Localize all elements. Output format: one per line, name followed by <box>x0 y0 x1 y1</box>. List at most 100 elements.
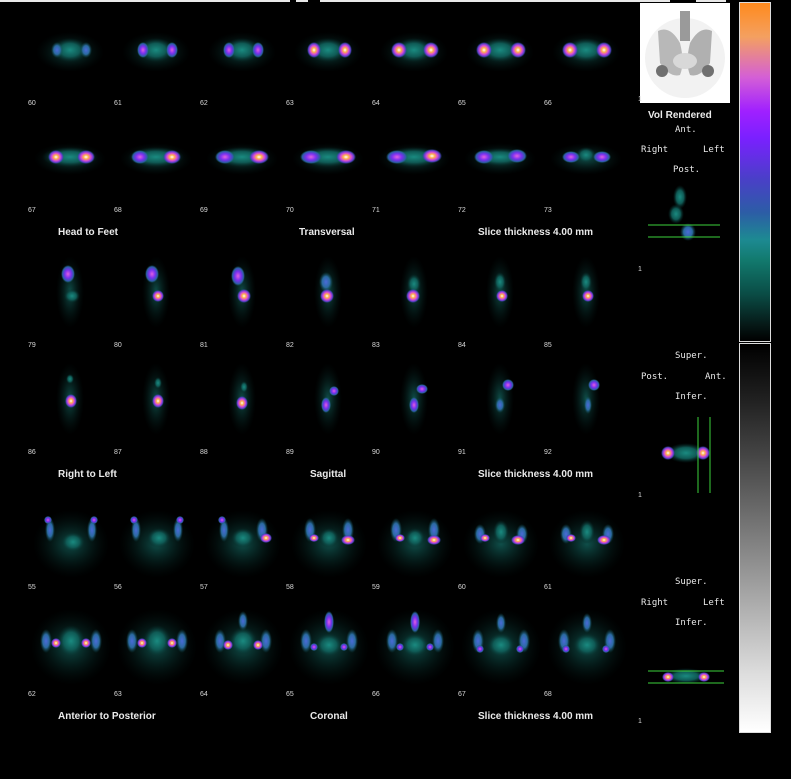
slice-tile[interactable]: 68 <box>114 117 200 215</box>
p2-top-label: Super. <box>675 351 708 361</box>
coronal-slice-image <box>31 609 111 685</box>
transversal-locator-view-2[interactable] <box>646 650 726 710</box>
transversal-slice-image <box>294 32 362 72</box>
color-scale-bar[interactable] <box>739 2 771 342</box>
slice-tile[interactable]: 61 <box>544 494 630 592</box>
slice-tile[interactable]: 62 <box>28 601 114 699</box>
slice-number: 58 <box>286 584 294 591</box>
transversal-slice-image <box>380 32 448 72</box>
slice-tile[interactable]: 64 <box>372 10 458 108</box>
transversal-slice-image <box>378 143 450 175</box>
p3-index: 1 <box>638 718 642 725</box>
slice-tile[interactable]: 85 <box>544 252 630 350</box>
slice-number: 60 <box>458 584 466 591</box>
transversal-slice-image <box>122 32 190 72</box>
slice-tile[interactable]: 91 <box>458 359 544 457</box>
sagittal-slice-image <box>486 256 514 328</box>
slice-tile[interactable]: 59 <box>372 494 458 592</box>
slice-tile[interactable]: 92 <box>544 359 630 457</box>
transversal-locator-view[interactable] <box>650 415 726 495</box>
sagittal-locator-view[interactable] <box>646 182 722 262</box>
slice-tile[interactable]: 87 <box>114 359 200 457</box>
spect-viewer: { "colors": { "background": "#000000", "… <box>0 0 791 779</box>
slice-number: 83 <box>372 342 380 349</box>
sagittal-slice-image <box>572 363 600 435</box>
coronal-slice-image <box>377 510 453 578</box>
sagittal-slice-image <box>142 256 170 328</box>
slice-number: 63 <box>114 691 122 698</box>
slice-number: 90 <box>372 449 380 456</box>
slice-tile[interactable]: 70 <box>286 117 372 215</box>
coronal-slice-image <box>119 510 195 578</box>
transversal-slice-image <box>464 143 536 175</box>
slice-number: 61 <box>544 584 552 591</box>
slice-tile[interactable]: 71 <box>372 117 458 215</box>
slice-tile[interactable]: 65 <box>286 601 372 699</box>
coronal-slice-image <box>549 510 625 578</box>
slice-number: 56 <box>114 584 122 591</box>
slice-tile[interactable]: 83 <box>372 252 458 350</box>
slice-number: 68 <box>544 691 552 698</box>
slice-tile[interactable]: 64 <box>200 601 286 699</box>
slice-tile[interactable]: 89 <box>286 359 372 457</box>
sagittal-thickness: Slice thickness 4.00 mm <box>478 469 594 480</box>
slice-number: 65 <box>458 100 466 107</box>
slice-number: 68 <box>114 207 122 214</box>
transversal-slice-image <box>208 32 276 72</box>
coronal-slice-image <box>461 609 541 685</box>
slice-tile[interactable]: 67 <box>28 117 114 215</box>
slice-tile[interactable]: 65 <box>458 10 544 108</box>
slice-tile[interactable]: 60 <box>28 10 114 108</box>
sagittal-slice-image <box>572 256 600 328</box>
coronal-slice-image <box>289 609 369 685</box>
gray-scale-bar[interactable] <box>739 343 771 733</box>
slice-tile[interactable]: 61 <box>114 10 200 108</box>
slice-tile[interactable]: 60 <box>458 494 544 592</box>
slice-number: 67 <box>28 207 36 214</box>
transversal-slice-image <box>34 143 106 175</box>
slice-tile[interactable]: 88 <box>200 359 286 457</box>
p2-bottom-label: Infer. <box>675 392 708 402</box>
coronal-orientation: Anterior to Posterior <box>58 711 156 722</box>
slice-number: 79 <box>28 342 36 349</box>
slice-tile[interactable]: 56 <box>114 494 200 592</box>
slice-tile[interactable]: 84 <box>458 252 544 350</box>
slice-tile[interactable]: 79 <box>28 252 114 350</box>
slice-number: 70 <box>286 207 294 214</box>
transversal-slice-image <box>466 32 534 72</box>
slice-number: 85 <box>544 342 552 349</box>
volume-render-view[interactable] <box>640 3 730 103</box>
slice-number: 59 <box>372 584 380 591</box>
slice-tile[interactable]: 67 <box>458 601 544 699</box>
slice-tile[interactable]: 66 <box>372 601 458 699</box>
slice-tile[interactable]: 81 <box>200 252 286 350</box>
sagittal-slice-image <box>56 363 84 435</box>
slice-tile[interactable]: 80 <box>114 252 200 350</box>
slice-tile[interactable]: 66 <box>544 10 630 108</box>
slice-tile[interactable]: 57 <box>200 494 286 592</box>
slice-tile[interactable]: 69 <box>200 117 286 215</box>
slice-number: 69 <box>200 207 208 214</box>
slice-tile[interactable]: 86 <box>28 359 114 457</box>
slice-tile[interactable]: 63 <box>114 601 200 699</box>
slice-tile[interactable]: 90 <box>372 359 458 457</box>
slice-tile[interactable]: 58 <box>286 494 372 592</box>
sagittal-slice-image <box>142 363 170 435</box>
slice-tile[interactable]: 73 <box>544 117 630 215</box>
slice-number: 84 <box>458 342 466 349</box>
coronal-view-label: Coronal <box>310 711 348 722</box>
slice-tile[interactable]: 55 <box>28 494 114 592</box>
sagittal-slice-image <box>56 256 84 328</box>
slice-tile[interactable]: 63 <box>286 10 372 108</box>
slice-tile[interactable]: 82 <box>286 252 372 350</box>
transversal-slice-image <box>36 32 104 72</box>
slice-tile[interactable]: 68 <box>544 601 630 699</box>
slice-number: 73 <box>544 207 552 214</box>
sagittal-slice-image <box>228 256 256 328</box>
slice-number: 61 <box>114 100 122 107</box>
sagittal-slice-image <box>314 256 342 328</box>
slice-tile[interactable]: 72 <box>458 117 544 215</box>
slice-number: 60 <box>28 100 36 107</box>
p2-left-label: Post. <box>641 372 669 382</box>
slice-tile[interactable]: 62 <box>200 10 286 108</box>
